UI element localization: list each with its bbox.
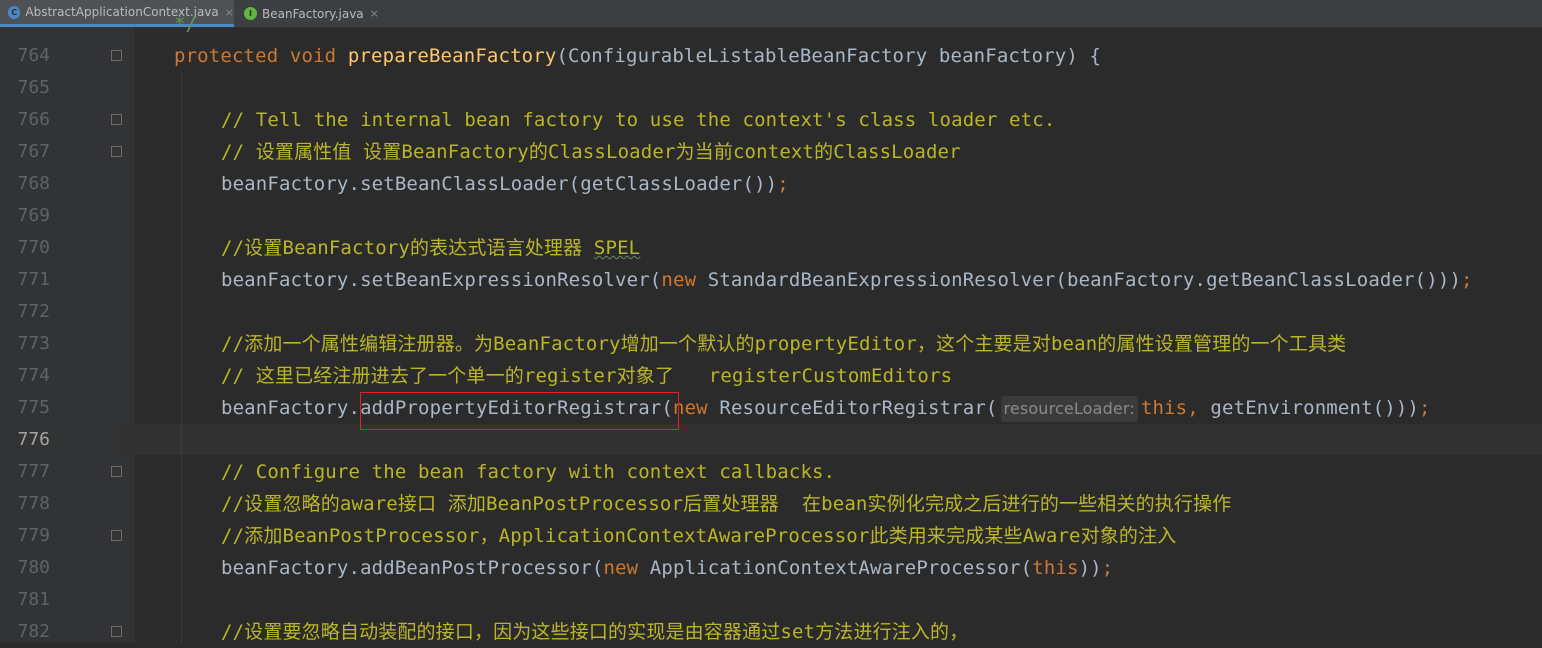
code-token: // 设置属性值 设置BeanFactory的ClassLoader为当前con… [221,141,961,163]
code-token: beanFactory.setBeanClassLoader(getClassL… [221,173,778,195]
line-number: 775 [17,397,50,418]
code-line[interactable]: beanFactory.setBeanExpressionResolver(ne… [221,264,1473,296]
code-token: //设置忽略的aware接口 添加BeanPostProcessor后置处理器 … [221,493,1232,515]
code-line[interactable]: //设置忽略的aware接口 添加BeanPostProcessor后置处理器 … [221,488,1231,520]
code-token: (ConfigurableListableBeanFactory beanFac… [556,45,1102,67]
line-number: 778 [17,493,50,514]
current-line-highlight [119,424,1542,455]
code-line[interactable]: //添加一个属性编辑注册器。为BeanFactory增加一个默认的propert… [221,328,1346,360]
code-token: beanFactory.addBeanPostProcessor( [221,557,604,579]
code-token: this, [1140,397,1211,419]
code-line[interactable]: // 这里已经注册进去了一个单一的register对象了 registerCus… [221,360,952,392]
code-line[interactable]: //设置BeanFactory的表达式语言处理器 SPEL [221,232,640,264]
code-token: ; [777,173,789,195]
code-line[interactable]: beanFactory.addBeanPostProcessor(new App… [221,552,1113,584]
code-token: ; [1461,269,1473,291]
line-number: 768 [17,173,50,194]
fold-marker-icon[interactable] [111,626,122,637]
doc-comment-end: */ [174,13,198,35]
fold-marker-icon[interactable] [111,146,122,157]
line-number: 772 [17,301,50,322]
fold-marker-icon[interactable] [111,50,122,61]
code-token: // 这里已经注册进去了一个单一的register对象了 registerCus… [221,365,953,387]
line-number: 777 [17,461,50,482]
code-token: ; [1419,397,1431,419]
code-token: ResourceEditorRegistrar( [719,397,998,419]
code-token: StandardBeanExpressionResolver(beanFacto… [707,269,1462,291]
code-line[interactable]: protected void prepareBeanFactory(Config… [174,40,1101,72]
code-line[interactable]: // 设置属性值 设置BeanFactory的ClassLoader为当前con… [221,136,961,168]
code-token: // Configure the bean factory with conte… [221,461,836,483]
code-token: beanFactory.setBeanExpressionResolver( [221,269,662,291]
line-number: 766 [17,109,50,130]
line-number: 779 [17,525,50,546]
code-line[interactable]: // Tell the internal bean factory to use… [221,104,1055,136]
line-number: 774 [17,365,50,386]
close-tab-icon[interactable]: × [370,7,379,20]
interface-icon: I [244,7,257,20]
code-line[interactable]: //添加BeanPostProcessor，ApplicationContext… [221,520,1176,552]
line-number: 780 [17,557,50,578]
line-number: 776 [17,429,50,450]
line-number: 771 [17,269,50,290]
tab-abstract-application-context[interactable]: C AbstractApplicationContext.java × [0,0,234,27]
code-token: // Tell the internal bean factory to use… [221,109,1056,131]
code-token: beanFactory. [221,397,361,419]
close-tab-icon[interactable]: × [225,6,234,19]
indent-guide [181,72,182,643]
editor-tab-bar: C AbstractApplicationContext.java × I Be… [0,0,1542,28]
code-token: prepareBeanFactory [347,45,557,67]
code-token: SPEL [593,237,641,259]
line-number: 773 [17,333,50,354]
code-token: //添加BeanPostProcessor，ApplicationContext… [221,525,1177,547]
highlight-annotation-box [360,392,679,430]
code-token: new [603,557,650,579]
code-token: //设置要忽略自动装配的接口，因为这些接口的实现是由容器通过set方法进行注入的… [221,621,969,643]
parameter-hint: resourceLoader: [1000,396,1138,422]
code-token: new [673,397,720,419]
line-number: 769 [17,205,50,226]
line-number: 767 [17,141,50,162]
code-token: this [1032,557,1079,579]
code-line[interactable]: // Configure the bean factory with conte… [221,456,835,488]
code-token: ; [1101,557,1114,579]
code-token: //设置BeanFactory的表达式语言处理器 [221,237,594,259]
line-number: 782 [17,621,50,642]
fold-marker-icon[interactable] [111,114,122,125]
code-token: new [661,269,708,291]
class-icon: C [8,5,21,19]
line-number: 765 [17,77,50,98]
code-line[interactable]: //设置要忽略自动装配的接口，因为这些接口的实现是由容器通过set方法进行注入的… [221,616,968,648]
code-line[interactable]: beanFactory.setBeanClassLoader(getClassL… [221,168,789,200]
fold-marker-icon[interactable] [111,466,122,477]
code-token: ApplicationContextAwareProcessor( [649,557,1033,579]
line-number: 764 [17,45,50,66]
code-token: //添加一个属性编辑注册器。为BeanFactory增加一个默认的propert… [221,333,1347,355]
code-token: getEnvironment())) [1210,397,1420,419]
code-token: )) [1078,557,1102,579]
line-number: 781 [17,589,50,610]
code-token: protected void [174,45,348,67]
fold-marker-icon[interactable] [111,530,122,541]
tab-label: BeanFactory.java [262,6,364,21]
line-number: 770 [17,237,50,258]
tab-bean-factory[interactable]: I BeanFactory.java × [236,0,384,27]
